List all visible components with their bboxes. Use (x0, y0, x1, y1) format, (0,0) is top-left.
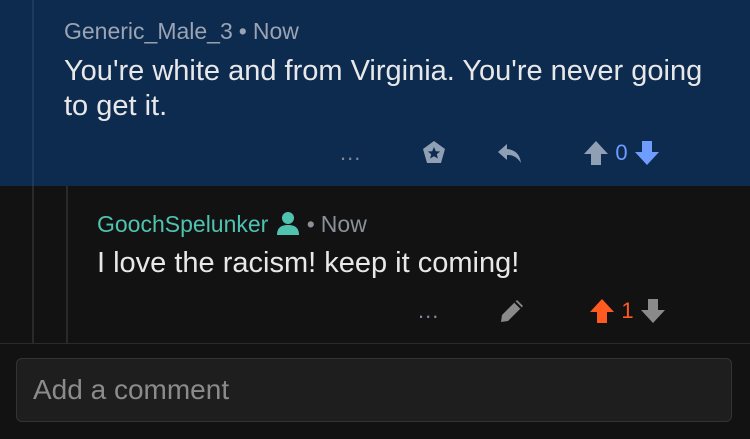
meta-separator: • (306, 211, 315, 237)
comment-time: Now (320, 211, 367, 237)
thread-line (32, 186, 34, 344)
meta-separator: • (238, 18, 247, 44)
reply-icon[interactable] (495, 138, 525, 168)
comment-body: You're white and from Virginia. You're n… (64, 55, 703, 122)
comment-body: I love the racism! keep it coming! (97, 247, 520, 279)
pencil-icon[interactable] (497, 296, 527, 326)
vote-count: 1 (621, 298, 634, 323)
thread-line (32, 0, 34, 186)
comment-meta: Generic_Male_3 • Now (64, 18, 299, 45)
comment-author[interactable]: Generic_Male_3 (64, 18, 233, 44)
comment-time: Now (252, 18, 299, 44)
award-icon[interactable] (419, 138, 449, 168)
divider (0, 343, 750, 344)
comment-actions: ... 1 (418, 296, 668, 326)
thread-line-nested (66, 186, 68, 344)
arrow-down-icon[interactable] (638, 296, 668, 326)
arrow-up-icon[interactable] (581, 138, 611, 168)
arrow-up-icon[interactable] (587, 296, 617, 326)
more-options-button[interactable]: ... (340, 142, 361, 164)
comment-highlighted: Generic_Male_3 • Now You're white and from… (0, 0, 750, 186)
add-comment-input[interactable] (16, 358, 732, 422)
comment-author[interactable]: GoochSpelunker (97, 211, 268, 237)
comment-meta: GoochSpelunker • Now (97, 210, 367, 238)
comment-actions: ... 0 (340, 138, 662, 168)
arrow-down-icon[interactable] (632, 138, 662, 168)
more-options-button[interactable]: ... (418, 300, 439, 322)
vote-count: 0 (615, 140, 628, 165)
user-icon (276, 212, 299, 235)
